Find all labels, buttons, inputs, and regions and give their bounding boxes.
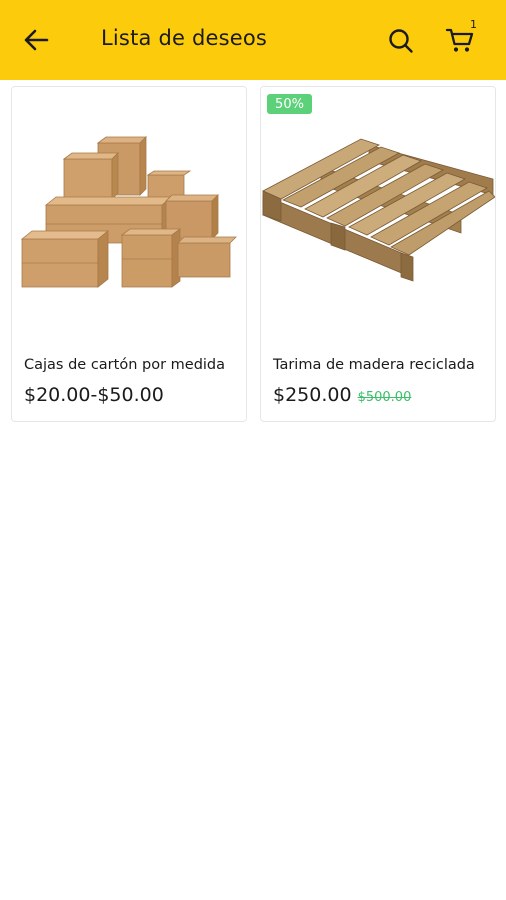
product-card[interactable]: 50% Tarima de madera reciclada $250.00 $… — [260, 86, 496, 422]
product-image-pallet: 50% — [261, 87, 495, 342]
search-icon — [389, 29, 413, 53]
discount-badge: 50% — [267, 94, 312, 114]
app-bar: Lista de deseos 1 — [0, 0, 506, 80]
page-title: Lista de deseos — [101, 26, 268, 50]
product-price: $20.00-$50.00 — [24, 384, 164, 406]
product-card[interactable]: Cajas de cartón por medida $20.00-$50.00 — [11, 86, 247, 422]
product-name: Cajas de cartón por medida — [24, 357, 226, 373]
product-name: Tarima de madera reciclada — [273, 357, 475, 373]
product-image-boxes — [12, 87, 246, 342]
product-old-price: $500.00 — [357, 390, 412, 405]
price-row: $20.00-$50.00 — [24, 384, 164, 406]
price-row: $250.00 $500.00 — [273, 384, 411, 406]
arrow-left-icon — [24, 29, 49, 51]
back-button[interactable] — [16, 22, 56, 58]
product-price: $250.00 — [273, 384, 352, 406]
cart-count-badge: 1 — [470, 18, 477, 31]
search-button[interactable] — [382, 22, 420, 60]
